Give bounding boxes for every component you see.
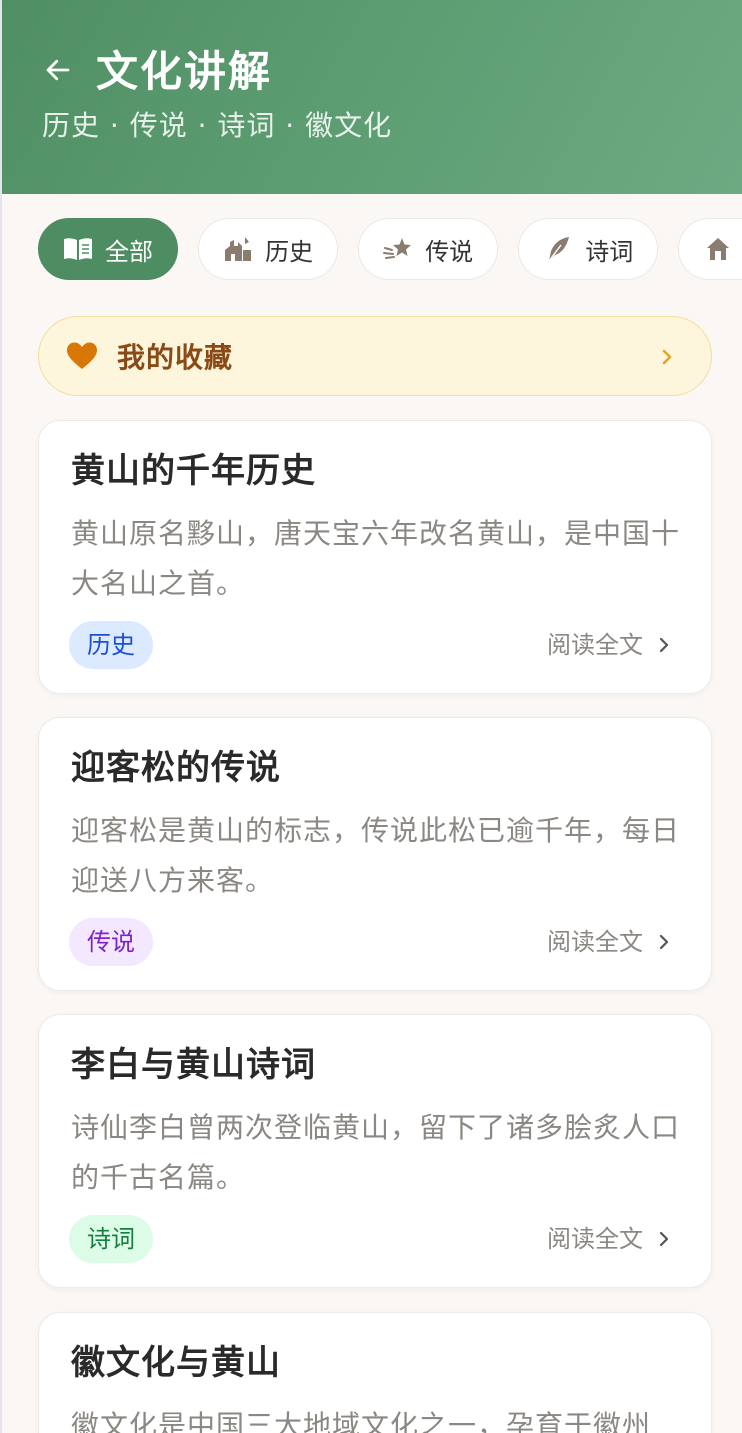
tab-label: 传说 xyxy=(425,237,474,266)
tab-all[interactable]: 全部 xyxy=(38,218,178,280)
book-icon xyxy=(63,234,93,264)
tab-label: 历史 xyxy=(265,237,314,266)
tab-label: 诗词 xyxy=(585,237,634,266)
favorites-banner[interactable]: 我的收藏 xyxy=(38,316,712,396)
read-more-link[interactable]: 阅读全文 xyxy=(547,926,675,958)
tag-poetry: 诗词 xyxy=(69,1215,153,1263)
article-card-history[interactable]: 黄山的千年历史 黄山原名黟山，唐天宝六年改名黄山，是中国十大名山之首。 历史 阅… xyxy=(38,420,712,694)
card-title: 黄山的千年历史 xyxy=(71,451,316,491)
card-description: 诗仙李白曾两次登临黄山，留下了诸多脍炙人口的千古名篇。 xyxy=(71,1111,681,1194)
page-title: 文化讲解 xyxy=(96,47,273,96)
card-description: 徽文化是中国三大地域文化之一，孕育于徽州 xyxy=(71,1409,652,1433)
article-card-hui-culture[interactable]: 徽文化与黄山 徽文化是中国三大地域文化之一，孕育于徽州 xyxy=(38,1312,712,1433)
header: 文化讲解 历史 · 传说 · 诗词 · 徽文化 xyxy=(2,0,742,194)
arrow-left-icon xyxy=(46,59,70,81)
page-subtitle: 历史 · 传说 · 诗词 · 徽文化 xyxy=(42,109,393,142)
tab-history[interactable]: 历史 xyxy=(198,218,339,280)
read-more-label: 阅读全文 xyxy=(547,1225,643,1253)
category-tabs: 全部 历史 传说 诗词 徽 xyxy=(38,218,742,280)
tab-legend[interactable]: 传说 xyxy=(358,218,499,280)
card-title: 徽文化与黄山 xyxy=(71,1343,281,1383)
card-description: 迎客松是黄山的标志，传说此松已逾千年，每日迎送八方来客。 xyxy=(71,814,681,897)
feather-icon xyxy=(543,234,573,264)
card-title: 迎客松的传说 xyxy=(71,748,281,788)
chevron-right-icon xyxy=(662,349,672,365)
read-more-link[interactable]: 阅读全文 xyxy=(547,1223,675,1255)
tab-poetry[interactable]: 诗词 xyxy=(518,218,659,280)
article-card-legend[interactable]: 迎客松的传说 迎客松是黄山的标志，传说此松已逾千年，每日迎送八方来客。 传说 阅… xyxy=(38,717,712,991)
house-icon xyxy=(703,234,733,264)
read-more-label: 阅读全文 xyxy=(547,928,643,956)
back-button[interactable] xyxy=(40,52,76,88)
heart-icon xyxy=(65,339,99,373)
tab-label: 全部 xyxy=(105,237,153,266)
favorites-label: 我的收藏 xyxy=(117,341,234,374)
read-more-label: 阅读全文 xyxy=(547,631,643,659)
shooting-star-icon xyxy=(383,234,413,264)
tab-hui-culture[interactable]: 徽 xyxy=(678,218,742,280)
read-more-link[interactable]: 阅读全文 xyxy=(547,629,675,661)
chevron-right-icon xyxy=(659,1231,669,1247)
left-edge xyxy=(0,0,2,1433)
tag-legend: 传说 xyxy=(69,918,153,966)
building-icon xyxy=(223,234,253,264)
article-card-poetry[interactable]: 李白与黄山诗词 诗仙李白曾两次登临黄山，留下了诸多脍炙人口的千古名篇。 诗词 阅… xyxy=(38,1014,712,1288)
card-title: 李白与黄山诗词 xyxy=(71,1045,316,1085)
chevron-right-icon xyxy=(659,934,669,950)
chevron-right-icon xyxy=(659,637,669,653)
tag-history: 历史 xyxy=(69,621,153,669)
card-description: 黄山原名黟山，唐天宝六年改名黄山，是中国十大名山之首。 xyxy=(71,517,681,600)
